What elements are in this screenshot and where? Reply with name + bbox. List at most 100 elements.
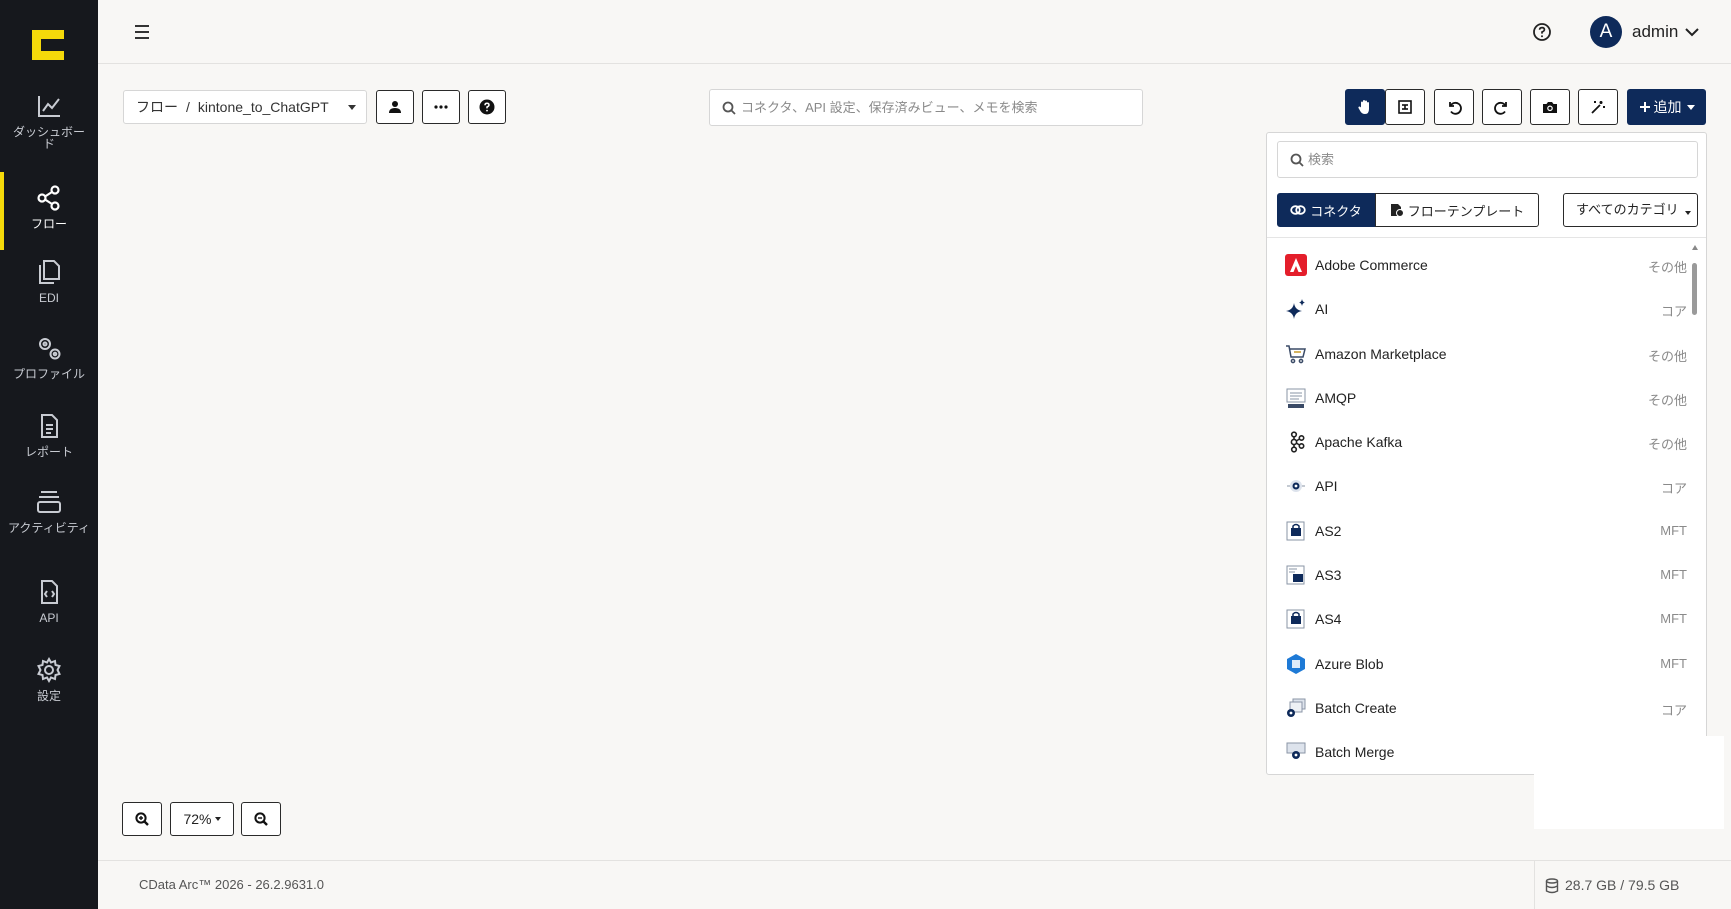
sidebar-item-profile[interactable]: プロファイル (0, 334, 98, 412)
sidebar-item-flow[interactable]: フロー (0, 172, 98, 250)
scrollbar[interactable] (1689, 245, 1701, 771)
cdata-logo[interactable] (30, 28, 66, 62)
connector-search-input[interactable] (1308, 142, 1688, 177)
connector-name: Azure Blob (1315, 655, 1384, 672)
sidebar: ダッシュボード フロー EDI プロファイル レポート アクティビティ API … (0, 0, 98, 909)
connector-category: その他 (1647, 348, 1687, 364)
user-name[interactable]: admin (1632, 22, 1678, 42)
connector-name: AS4 (1315, 611, 1342, 628)
list-item[interactable]: Apache Kafka その他 (1267, 420, 1687, 464)
connector-category: コア (1660, 481, 1687, 497)
share-nodes-icon (37, 185, 60, 211)
caret-down-icon (214, 817, 221, 821)
connector-category: コア (1660, 702, 1687, 718)
list-item[interactable]: AS4 MFT (1267, 597, 1687, 641)
as2-icon (1286, 521, 1305, 541)
undo-icon (1449, 101, 1462, 115)
sidebar-item-label: EDI (38, 291, 59, 305)
redo-button[interactable] (1482, 89, 1522, 125)
divider (1267, 237, 1706, 238)
list-item[interactable]: Adobe Commerce その他 (1267, 243, 1687, 287)
chart-line-icon (38, 96, 60, 117)
breadcrumb-separator: / (186, 99, 190, 115)
sidebar-item-edi[interactable]: EDI (0, 258, 98, 336)
connector-search[interactable] (1277, 141, 1698, 178)
connector-category: MFT (1660, 522, 1687, 538)
scrollbar-thumb[interactable] (1692, 263, 1697, 315)
sidebar-item-label: ダッシュボード (12, 125, 85, 151)
plus-icon (1639, 102, 1650, 112)
connector-name: Apache Kafka (1315, 434, 1403, 451)
zoom-in-button[interactable] (122, 802, 162, 836)
tab-flow-templates[interactable]: フローテンプレート (1375, 193, 1539, 227)
tab-label: フローテンプレート (1407, 203, 1525, 219)
tab-connectors[interactable]: コネクタ (1277, 193, 1375, 227)
connector-panel: コネクタ フローテンプレート すべてのカテゴリ Adobe Commerce そ… (1266, 132, 1707, 775)
sidebar-item-dashboard[interactable]: ダッシュボード (0, 92, 98, 170)
chevron-down-icon[interactable] (1684, 26, 1700, 38)
avatar[interactable]: A (1590, 16, 1622, 48)
category-select[interactable]: すべてのカテゴリ (1563, 193, 1698, 227)
user-icon (389, 101, 401, 113)
cart-icon (1286, 344, 1306, 363)
user-button[interactable] (376, 90, 414, 124)
api-gear-icon (1287, 480, 1305, 493)
list-item[interactable]: API コア (1267, 464, 1687, 508)
sidebar-item-label: レポート (24, 445, 73, 459)
zoom-level-select[interactable]: 72% (170, 802, 234, 836)
snapshot-button[interactable] (1530, 89, 1570, 125)
report-icon (41, 414, 58, 438)
add-button[interactable]: 追加 (1627, 89, 1706, 125)
top-bar: A admin (98, 0, 1731, 64)
pan-mode-button[interactable] (1345, 89, 1385, 125)
database-icon (1545, 878, 1559, 894)
sidebar-item-reports[interactable]: レポート (0, 412, 98, 490)
connector-name: Amazon Marketplace (1315, 345, 1447, 362)
sidebar-item-label: フロー (30, 217, 67, 231)
sidebar-item-label: プロファイル (12, 367, 85, 381)
batch-merge-icon (1286, 742, 1306, 760)
connector-name: AS3 (1315, 567, 1342, 584)
list-item[interactable]: AI コア (1267, 287, 1687, 331)
sidebar-item-label: API (39, 611, 59, 625)
caret-down-icon (1685, 211, 1691, 215)
storage-text: 28.7 GB / 79.5 GB (1565, 877, 1680, 893)
sidebar-item-activity[interactable]: アクティビティ (0, 488, 98, 566)
as3-icon (1286, 565, 1305, 585)
camera-icon (1543, 102, 1557, 113)
undo-button[interactable] (1434, 89, 1474, 125)
sidebar-item-settings[interactable]: 設定 (0, 656, 98, 734)
add-label: 追加 (1653, 99, 1682, 115)
list-item[interactable]: AS2 MFT (1267, 509, 1687, 553)
select-mode-button[interactable] (1385, 89, 1425, 125)
list-item[interactable]: Batch Create コア (1267, 686, 1687, 730)
list-item[interactable]: Amazon Marketplace その他 (1267, 332, 1687, 376)
list-item[interactable]: AMQP その他 (1267, 376, 1687, 420)
category-selected: すべてのカテゴリ (1576, 202, 1679, 217)
flow-breadcrumb-select[interactable]: フロー / kintone_to_ChatGPT (123, 90, 367, 124)
link-icon (1290, 205, 1306, 215)
hamburger-menu-icon[interactable] (132, 22, 152, 42)
ellipsis-icon (434, 105, 448, 109)
connector-category: その他 (1647, 392, 1687, 408)
auto-arrange-button[interactable] (1578, 89, 1618, 125)
scroll-up-arrow-icon[interactable] (1692, 245, 1698, 250)
global-search[interactable] (709, 89, 1143, 126)
adobe-icon (1285, 254, 1307, 276)
search-input[interactable] (741, 90, 1131, 125)
connector-name: AI (1315, 301, 1329, 318)
sparkle-icon (1286, 299, 1305, 320)
zoom-level-value: 72% (183, 811, 212, 827)
zoom-out-button[interactable] (241, 802, 281, 836)
layers-icon (37, 491, 61, 513)
flow-help-button[interactable] (468, 90, 506, 124)
sidebar-item-api[interactable]: API (0, 578, 98, 656)
list-item[interactable]: AS3 MFT (1267, 553, 1687, 597)
connector-list: Adobe Commerce その他 AI コア Amazon Marketpl… (1267, 243, 1687, 773)
sidebar-item-label: アクティビティ (8, 521, 90, 535)
more-options-button[interactable] (422, 90, 460, 124)
list-item[interactable]: Azure Blob MFT (1267, 642, 1687, 686)
help-icon[interactable] (1532, 22, 1552, 42)
connector-category: MFT (1660, 611, 1687, 627)
selection-box-icon (1398, 100, 1412, 114)
